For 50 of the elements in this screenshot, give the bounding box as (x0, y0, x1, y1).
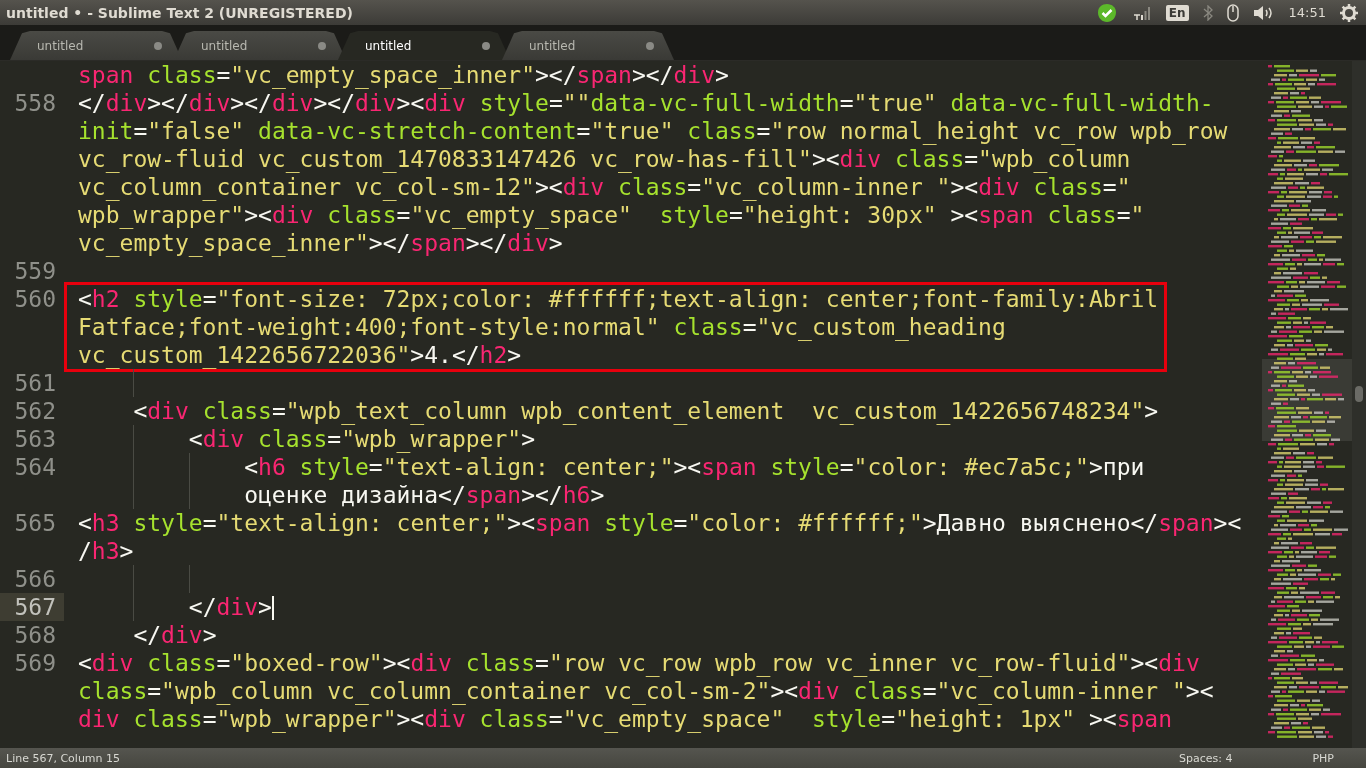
indentation-setting[interactable]: Spaces: 4 (1179, 751, 1233, 765)
code-line: vc_custom_1422656722036">4.</h2> (78, 341, 522, 369)
code-line: <div class="wpb_wrapper"> (188, 425, 535, 453)
tab[interactable]: untitled (502, 31, 674, 60)
code-line: Fatface;font-weight:400;font-style:normal" class="vc_custom_heading (78, 313, 1006, 341)
window-title: untitled • - Sublime Text 2 (UNREGISTERED) (6, 4, 353, 21)
code-line: оценке дизайна</span></h6> (244, 481, 605, 509)
code-line: vc_empty_space_inner"></span></div> (78, 229, 563, 257)
code-line: <h3 style="text-align: center;"><span style="color: #ffffff;">Давно выяснено</span>< (78, 509, 1242, 537)
scrollbar-thumb[interactable] (1355, 386, 1363, 402)
line-number: 559 (14, 258, 56, 284)
check-icon[interactable] (1095, 2, 1118, 23)
code-line: class="wpb_column vc_column_container vc_col-sm-2"><div class="vc_column-inner ">< (78, 677, 1214, 705)
code-line: </div> (133, 621, 217, 649)
line-number: 562 (14, 398, 56, 424)
line-number: 567 (14, 594, 56, 620)
mouse-icon[interactable] (1226, 3, 1239, 22)
line-number: 558 (14, 90, 56, 116)
syntax-setting[interactable]: PHP (1312, 751, 1334, 765)
line-number: 564 (14, 454, 56, 480)
code-line: span class="vc_empty_space_inner"></span></div> (78, 61, 729, 89)
code-line: vc_column_container vc_col-sm-12"><div class="vc_column-inner "><div class=" (78, 173, 1131, 201)
volume-icon[interactable] (1252, 4, 1275, 21)
line-number: 563 (14, 426, 56, 452)
code-line: div class="wpb_wrapper"><div class="vc_empty_space" style="height: 1px" ><span (78, 705, 1173, 733)
line-number: 569 (14, 650, 56, 676)
line-number: 566 (14, 566, 56, 592)
clock[interactable]: 14:51 (1288, 5, 1326, 20)
code-line: /h3> (78, 537, 134, 565)
settings-icon[interactable] (1340, 3, 1358, 22)
language-indicator[interactable]: En (1165, 4, 1189, 21)
code-line: <h2 style="font-size: 72px;color: #ffffff;text-align: center;font-family:Abril (78, 285, 1159, 313)
code-line: wpb_wrapper"><div class="vc_empty_space" style="height: 30px" ><span class=" (78, 201, 1145, 229)
code-line: <div class="boxed-row"><div class="row vc_row wpb_row vc_inner vc_row-fluid"><div (78, 649, 1200, 677)
line-number: 568 (14, 622, 56, 648)
code-line: <div class="wpb_text_column wpb_content_element vc_custom_1422656748234"> (133, 397, 1159, 425)
line-number: 560 (14, 286, 56, 312)
indent-guide (188, 565, 190, 593)
line-number: 561 (14, 370, 56, 396)
cursor-position: Line 567, Column 15 (6, 751, 121, 765)
line-number: 565 (14, 510, 56, 536)
text-cursor (271, 596, 274, 620)
code-line: vc_row-fluid vc_custom_1470833147426 vc_row-has-fill"><div class="wpb_column (78, 145, 1131, 173)
code-line: </div></div></div></div><div style=""data-vc-full-width="true" data-vc-full-width- (78, 89, 1214, 117)
bluetooth-icon[interactable] (1202, 4, 1213, 21)
indent-guide (133, 369, 135, 397)
code-line: </div> (188, 593, 274, 621)
signal-icon[interactable] (1131, 4, 1152, 21)
code-line: <h6 style="text-align: center;"><span style="color: #ec7a5c;">при (244, 453, 1145, 481)
code-line: init="false" data-vc-stretch-content="true" class="row normal_height vc_row wpb_row (78, 117, 1228, 145)
